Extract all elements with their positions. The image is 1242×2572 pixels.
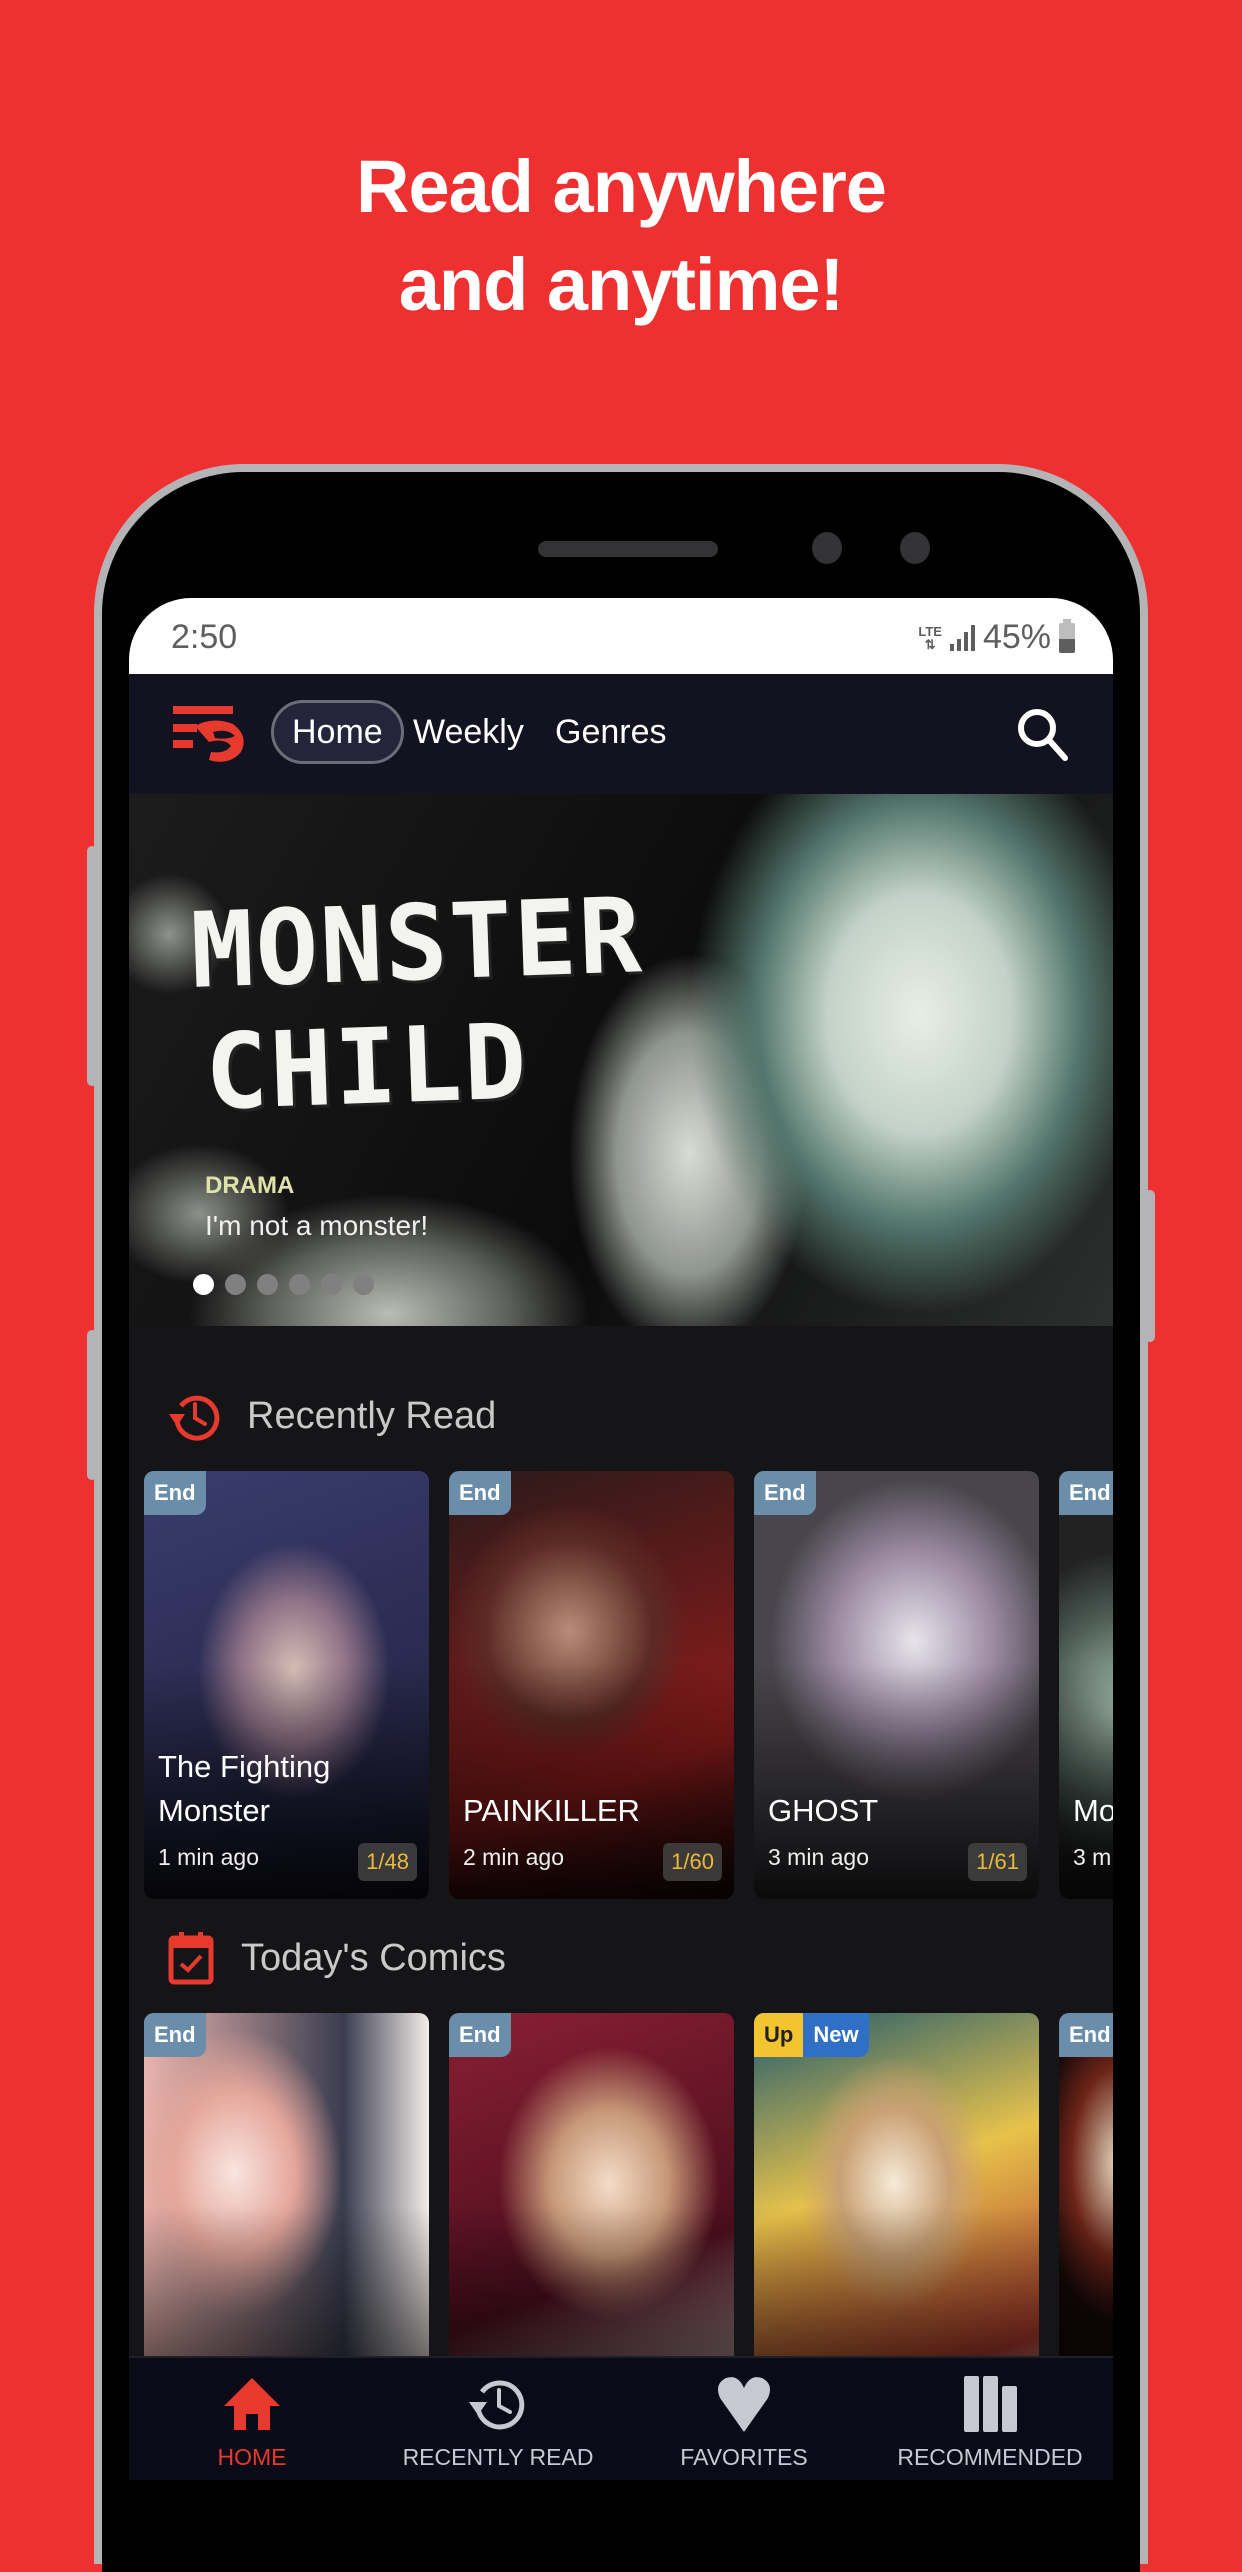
carousel-dot[interactable] bbox=[257, 1274, 278, 1295]
bottom-navigation: HOME RECENTLY READ FAVORITES RECOMMENDED bbox=[129, 2356, 1113, 2480]
status-time: 2:50 bbox=[171, 618, 238, 656]
section-todays-comics: Today's Comics bbox=[167, 1930, 506, 1986]
status-badge: End bbox=[754, 1471, 816, 1515]
search-icon[interactable] bbox=[1013, 704, 1073, 764]
status-badge: Up bbox=[754, 2013, 804, 2057]
bottom-nav-recently-read[interactable]: RECENTLY READ bbox=[375, 2358, 621, 2480]
badge-row: End bbox=[449, 2013, 511, 2057]
calendar-check-icon bbox=[168, 1932, 214, 1985]
comic-title: The Fighting Monster bbox=[158, 1749, 331, 1828]
carousel-dot[interactable] bbox=[289, 1274, 310, 1295]
status-badge: End bbox=[144, 2013, 206, 2057]
status-badge: End bbox=[449, 1471, 511, 1515]
last-read-time: 2 min ago bbox=[463, 1844, 565, 1870]
home-icon bbox=[224, 2378, 280, 2430]
history-icon bbox=[169, 1395, 220, 1441]
badge-row: End bbox=[1059, 2013, 1113, 2057]
comic-card[interactable]: End PAINKILLER 2 min ago 1/60 bbox=[449, 1471, 734, 1899]
phone-side-button bbox=[87, 1330, 97, 1480]
phone-side-button bbox=[87, 846, 97, 1086]
comic-title: PAINKILLER bbox=[463, 1793, 640, 1828]
carousel-dot[interactable] bbox=[225, 1274, 246, 1295]
banner-tagline: I'm not a monster! bbox=[205, 1210, 429, 1241]
banner-genre: DRAMA bbox=[205, 1172, 295, 1199]
phone-sensor bbox=[900, 532, 930, 564]
cover-image bbox=[449, 1471, 734, 1899]
phone-speaker bbox=[538, 541, 718, 557]
section-title: Today's Comics bbox=[241, 1936, 506, 1979]
episode-progress: 1/61 bbox=[968, 1843, 1027, 1881]
comic-card[interactable]: End GHOST 3 min ago 1/61 bbox=[754, 1471, 1039, 1899]
carousel-dot[interactable] bbox=[353, 1274, 374, 1295]
tab-genres[interactable]: Genres bbox=[537, 700, 685, 764]
status-badge: End bbox=[1059, 1471, 1113, 1515]
phone-camera bbox=[812, 532, 842, 564]
history-icon bbox=[469, 2380, 525, 2430]
signal-icon bbox=[949, 624, 975, 651]
status-badge: End bbox=[144, 1471, 206, 1515]
last-read-time: 3 m bbox=[1073, 1844, 1112, 1870]
recently-read-list: End The Fighting Monster 1 min ago 1/48 End P… bbox=[144, 1471, 1113, 1899]
badge-row: End bbox=[144, 2013, 206, 2057]
badge-row: End bbox=[754, 1471, 816, 1515]
bottom-nav-recommended[interactable]: RECOMMENDED bbox=[867, 2358, 1113, 2480]
cover-image bbox=[1059, 1471, 1113, 1899]
bottom-nav-home[interactable]: HOME bbox=[129, 2358, 375, 2480]
battery-icon bbox=[1059, 618, 1075, 653]
badge-row: End bbox=[449, 1471, 511, 1515]
bottom-nav-favorites[interactable]: FAVORITES bbox=[621, 2358, 867, 2480]
episode-progress: 1/60 bbox=[663, 1843, 722, 1881]
promo-headline: Read anywhere and anytime! bbox=[0, 138, 1242, 334]
phone-power-button bbox=[1145, 1190, 1155, 1342]
app-screen: 2:50 LTE ⇅ 45% Home Weekly Genres MONSTER bbox=[129, 598, 1113, 2480]
tab-weekly[interactable]: Weekly bbox=[395, 700, 542, 764]
carousel-indicator[interactable] bbox=[193, 1274, 374, 1295]
comic-title: Mo bbox=[1073, 1793, 1113, 1828]
carousel-dot[interactable] bbox=[193, 1274, 214, 1295]
banner-title: MONSTER CHILD bbox=[188, 874, 646, 1134]
top-navigation: Home Weekly Genres bbox=[129, 674, 1113, 794]
comic-card[interactable]: End Mo 3 m bbox=[1059, 1471, 1113, 1899]
status-badge: New bbox=[803, 2013, 869, 2057]
comic-card[interactable]: End The Fighting Monster 1 min ago 1/48 bbox=[144, 1471, 429, 1899]
last-read-time: 1 min ago bbox=[158, 1844, 260, 1870]
bottom-nav-label: RECOMMENDED bbox=[897, 2444, 1083, 2470]
library-icon bbox=[964, 2376, 1017, 2432]
bottom-nav-label: HOME bbox=[217, 2444, 287, 2470]
badge-row: End bbox=[1059, 1471, 1113, 1515]
tab-home[interactable]: Home bbox=[271, 700, 404, 764]
comic-title: GHOST bbox=[768, 1793, 879, 1828]
headline-line-1: Read anywhere bbox=[356, 145, 887, 228]
status-badge: End bbox=[449, 2013, 511, 2057]
battery-percent: 45% bbox=[982, 618, 1051, 656]
lte-icon: LTE ⇅ bbox=[918, 623, 942, 652]
cover-image bbox=[754, 1471, 1039, 1899]
status-badge: End bbox=[1059, 2013, 1113, 2057]
bottom-nav-label: FAVORITES bbox=[680, 2444, 808, 2470]
episode-progress: 1/48 bbox=[358, 1843, 417, 1881]
featured-banner[interactable]: MONSTER CHILD DRAMA I'm not a monster! bbox=[129, 794, 1113, 1326]
headline-line-2: and anytime! bbox=[398, 243, 844, 326]
carousel-dot[interactable] bbox=[321, 1274, 342, 1295]
bottom-nav-label: RECENTLY READ bbox=[402, 2444, 594, 2470]
badge-row: Up New bbox=[754, 2013, 869, 2057]
section-recently-read: Recently Read bbox=[167, 1388, 496, 1444]
status-bar: 2:50 LTE ⇅ 45% bbox=[129, 598, 1113, 674]
section-title: Recently Read bbox=[247, 1394, 497, 1437]
badge-row: End bbox=[144, 1471, 206, 1515]
cover-image bbox=[144, 1471, 429, 1899]
app-logo-icon[interactable] bbox=[173, 704, 249, 764]
last-read-time: 3 min ago bbox=[768, 1844, 870, 1870]
heart-icon bbox=[718, 2377, 770, 2432]
